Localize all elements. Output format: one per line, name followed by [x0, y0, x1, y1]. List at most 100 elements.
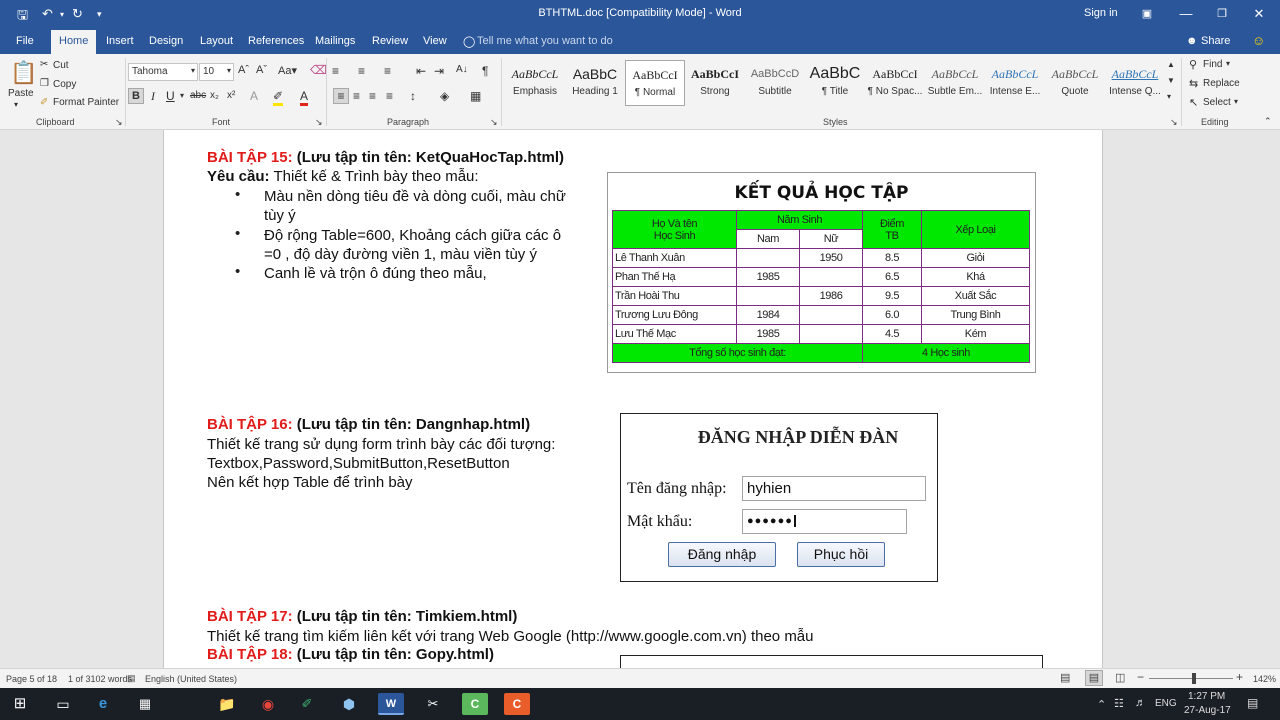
find-button[interactable]: Find: [1203, 59, 1222, 70]
paste-dropdown-icon[interactable]: ▾: [14, 100, 18, 109]
edge-icon[interactable]: e: [90, 693, 116, 715]
style-emphasis[interactable]: AaBbCcL Emphasis: [505, 60, 565, 106]
web-layout-icon[interactable]: ◫: [1115, 671, 1125, 684]
align-right-icon[interactable]: ≡: [369, 89, 376, 103]
style-intense-emphasis[interactable]: AaBbCcL Intense E...: [985, 60, 1045, 106]
restore-button[interactable]: ❐: [1208, 4, 1236, 24]
select-dropdown-icon[interactable]: ▾: [1234, 97, 1238, 106]
increase-indent-icon[interactable]: ⇥: [434, 64, 444, 78]
paste-icon[interactable]: 📋: [10, 60, 37, 86]
replace-button[interactable]: Replace: [1203, 78, 1240, 89]
tab-home[interactable]: Home: [51, 30, 97, 54]
notifications-icon[interactable]: ▤: [1247, 696, 1258, 710]
snipping-tool-icon[interactable]: ✂: [420, 693, 446, 715]
tab-mailings[interactable]: Mailings: [315, 35, 355, 47]
find-dropdown-icon[interactable]: ▾: [1226, 59, 1230, 68]
styles-more-icon[interactable]: ▾: [1167, 92, 1171, 101]
align-left-icon[interactable]: ≡: [333, 88, 349, 104]
document-area[interactable]: BÀI TẬP 15: (Lưu tập tin tên: KetQuaHocT…: [0, 130, 1280, 668]
share-button[interactable]: Share: [1201, 35, 1230, 47]
format-painter-button[interactable]: Format Painter: [53, 97, 119, 108]
style-intense-quote[interactable]: AaBbCcL Intense Q...: [1105, 60, 1165, 106]
highlight-icon[interactable]: ✐: [273, 89, 284, 106]
tab-file[interactable]: File: [16, 35, 34, 47]
input-language[interactable]: ENG: [1155, 698, 1177, 709]
zoom-out-icon[interactable]: −: [1137, 670, 1144, 684]
read-mode-icon[interactable]: ▤: [1060, 671, 1070, 684]
page-count[interactable]: Page 5 of 18: [6, 674, 57, 684]
style-no-spacing[interactable]: AaBbCcI ¶ No Spac...: [865, 60, 925, 106]
style-heading-1[interactable]: AaBbC Heading 1: [565, 60, 625, 106]
style-normal[interactable]: AaBbCcI ¶ Normal: [625, 60, 685, 106]
styles-scroll-down-icon[interactable]: ▼: [1167, 76, 1175, 85]
underline-dropdown-icon[interactable]: ▾: [180, 91, 184, 100]
shading-icon[interactable]: ◈: [440, 89, 449, 103]
tab-insert[interactable]: Insert: [106, 35, 134, 47]
font-color-icon[interactable]: A: [300, 89, 309, 106]
chrome-icon[interactable]: ◉: [255, 693, 281, 715]
collapse-ribbon-icon[interactable]: ⌃: [1264, 116, 1272, 127]
clock-time[interactable]: 1:27 PM: [1188, 691, 1225, 702]
font-size-combo[interactable]: 10 ▾: [199, 63, 234, 81]
cut-button[interactable]: Cut: [53, 60, 69, 71]
store-icon[interactable]: ▦: [132, 693, 158, 715]
style-quote[interactable]: AaBbCcL Quote: [1045, 60, 1105, 106]
network-icon[interactable]: ☷: [1114, 697, 1124, 710]
camtasia-orange-icon[interactable]: C: [504, 693, 530, 715]
font-name-combo[interactable]: Tahoma ▾: [128, 63, 198, 81]
borders-icon[interactable]: ▦: [470, 89, 481, 103]
paragraph-launcher-icon[interactable]: ↘: [490, 117, 498, 128]
tab-view[interactable]: View: [423, 35, 447, 47]
show-marks-icon[interactable]: ¶: [482, 64, 488, 78]
tab-references[interactable]: References: [248, 35, 304, 47]
styles-scroll-up-icon[interactable]: ▲: [1167, 60, 1175, 69]
zoom-slider[interactable]: [1149, 678, 1233, 679]
tab-layout[interactable]: Layout: [200, 35, 233, 47]
bullets-icon[interactable]: ≡: [332, 64, 339, 78]
justify-icon[interactable]: ≡: [386, 89, 393, 103]
bold-icon[interactable]: B: [128, 88, 144, 104]
clear-formatting-icon[interactable]: ⌫: [310, 63, 327, 77]
file-explorer-icon[interactable]: 📁: [214, 693, 240, 715]
word-count[interactable]: 1 of 3102 words: [68, 674, 132, 684]
copy-button[interactable]: Copy: [53, 79, 76, 90]
change-case-icon[interactable]: Aa▾: [278, 64, 297, 77]
paste-button[interactable]: Paste: [8, 88, 34, 99]
language-indicator[interactable]: English (United States): [145, 674, 237, 684]
sign-in-link[interactable]: Sign in: [1084, 7, 1118, 19]
underline-icon[interactable]: U: [166, 89, 175, 103]
style-title[interactable]: AaBbC ¶ Title: [805, 60, 865, 106]
font-launcher-icon[interactable]: ↘: [315, 117, 323, 128]
style-subtitle[interactable]: AaBbCcD Subtitle: [745, 60, 805, 106]
italic-icon[interactable]: I: [151, 89, 155, 104]
tab-design[interactable]: Design: [149, 35, 183, 47]
proofing-icon[interactable]: ▤: [127, 673, 136, 684]
grow-font-icon[interactable]: Aˆ: [238, 64, 249, 76]
start-windows-icon[interactable]: ⊞: [7, 693, 33, 715]
sort-icon[interactable]: A↓: [456, 64, 468, 75]
style-strong[interactable]: AaBbCcI Strong: [685, 60, 745, 106]
text-effects-icon[interactable]: A: [250, 89, 258, 103]
styles-launcher-icon[interactable]: ↘: [1170, 117, 1178, 128]
superscript-icon[interactable]: x²: [227, 90, 235, 101]
feedback-smiley-icon[interactable]: ☺: [1252, 33, 1265, 48]
share-icon[interactable]: ☻: [1186, 35, 1198, 47]
subscript-icon[interactable]: x₂: [210, 90, 219, 101]
word-app-icon[interactable]: W: [378, 693, 404, 715]
ribbon-display-icon[interactable]: ▣: [1133, 4, 1161, 24]
clock-date[interactable]: 27-Aug-17: [1184, 705, 1231, 716]
shrink-font-icon[interactable]: Aˇ: [256, 64, 267, 76]
tab-review[interactable]: Review: [372, 35, 408, 47]
strikethrough-icon[interactable]: abc: [190, 90, 206, 101]
line-spacing-icon[interactable]: ↕: [410, 89, 416, 103]
volume-icon[interactable]: ♬: [1135, 697, 1146, 709]
align-center-icon[interactable]: ≡: [353, 89, 360, 103]
zoom-in-icon[interactable]: +: [1236, 670, 1243, 684]
clipboard-launcher-icon[interactable]: ↘: [115, 117, 123, 128]
notepad-plus-icon[interactable]: ✐: [294, 693, 320, 715]
zoom-level[interactable]: 142%: [1253, 674, 1276, 684]
tray-chevron-icon[interactable]: ⌃: [1097, 698, 1106, 711]
numbering-icon[interactable]: ≡: [358, 64, 365, 78]
task-view-icon[interactable]: ▭: [50, 693, 76, 715]
style-subtle-emphasis[interactable]: AaBbCcL Subtle Em...: [925, 60, 985, 106]
